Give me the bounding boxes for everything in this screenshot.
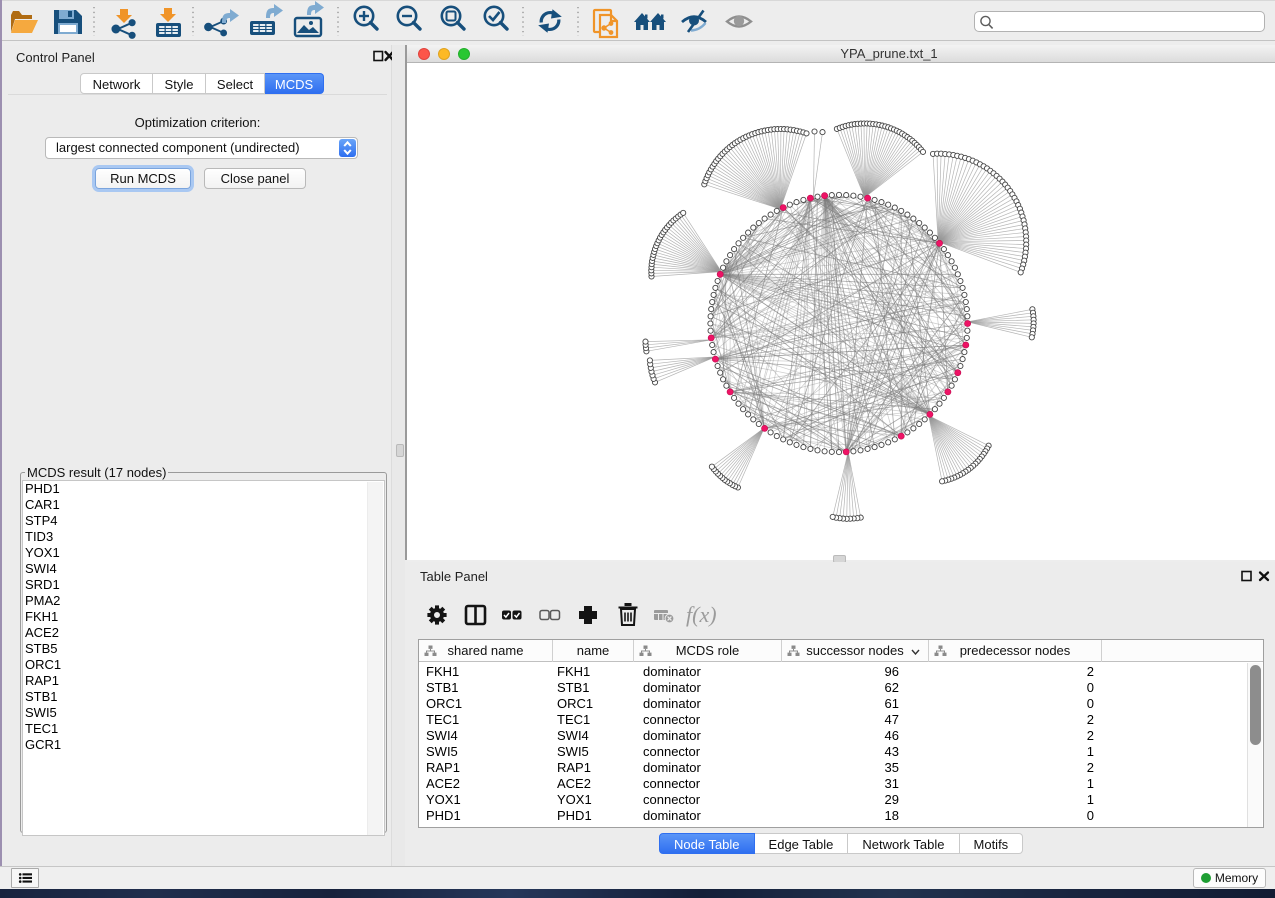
- svg-text:f(x): f(x): [686, 602, 717, 627]
